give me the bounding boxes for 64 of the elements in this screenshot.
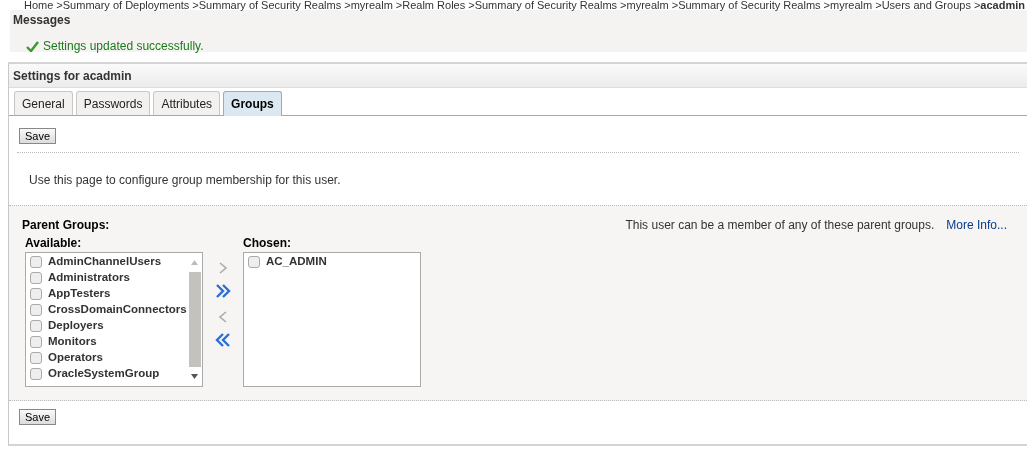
breadcrumb-separator: > xyxy=(823,0,830,10)
group-label[interactable]: Operators xyxy=(48,349,103,367)
save-button[interactable]: Save xyxy=(19,409,57,425)
checkbox[interactable] xyxy=(30,320,42,332)
tab[interactable]: Attributes xyxy=(153,91,221,115)
description-text: Use this page to configure group membership for this user. xyxy=(29,172,341,189)
panel-title: Settings for acadmin xyxy=(13,67,132,85)
breadcrumb-link[interactable]: myrealm xyxy=(350,0,393,10)
breadcrumb-link[interactable]: Summary of Security Realms xyxy=(198,0,342,10)
breadcrumb-link[interactable]: Summary of Deployments xyxy=(62,0,190,10)
move-all-right-icon[interactable] xyxy=(215,284,231,298)
checkbox[interactable] xyxy=(30,368,42,380)
available-list[interactable]: AdminChannelUsers Administrators AppTesters CrossDomainConnectors Deployers Monitors Operators OracleSystemGroup xyxy=(25,252,203,387)
group-label[interactable]: Monitors xyxy=(48,333,97,351)
group-label[interactable]: Deployers xyxy=(48,317,104,335)
group-label[interactable]: AppTesters xyxy=(48,285,111,303)
checkbox[interactable] xyxy=(30,256,42,268)
breadcrumb-link[interactable]: Users and Groups xyxy=(881,0,971,10)
group-label[interactable]: CrossDomainConnectors xyxy=(48,301,187,319)
more-info-link[interactable]: More Info... xyxy=(946,216,1007,234)
group-label[interactable]: AC_ADMIN xyxy=(266,253,327,271)
breadcrumb-separator: > xyxy=(192,0,199,10)
checkbox[interactable] xyxy=(30,336,42,348)
group-label[interactable]: OracleSystemGroup xyxy=(48,365,160,383)
list-label: Available: xyxy=(25,235,83,252)
scroll-up-icon[interactable] xyxy=(191,260,198,265)
move-all-left-icon[interactable] xyxy=(215,333,231,347)
breadcrumb-separator: > xyxy=(344,0,351,10)
breadcrumb-separator: > xyxy=(56,0,63,10)
checkbox[interactable] xyxy=(30,304,42,316)
tab[interactable]: Passwords xyxy=(75,91,151,115)
message-text: Settings updated successfully. xyxy=(43,38,204,55)
save-button[interactable]: Save xyxy=(19,128,57,144)
breadcrumb-separator: > xyxy=(671,0,679,10)
scroll-down-icon[interactable] xyxy=(191,374,198,379)
hint-text: This user can be a member of any of these parent groups. xyxy=(625,217,935,234)
group-label[interactable]: Administrators xyxy=(48,269,130,287)
chosen-list[interactable]: AC_ADMIN xyxy=(243,252,421,387)
breadcrumb-separator: > xyxy=(395,0,403,10)
breadcrumb-link[interactable]: myrealm xyxy=(830,0,873,10)
checkbox[interactable] xyxy=(30,352,42,364)
move-left-icon[interactable] xyxy=(217,311,229,323)
breadcrumb-separator: > xyxy=(973,0,981,10)
breadcrumb-separator: > xyxy=(875,0,882,10)
breadcrumb-current: acadmin xyxy=(980,0,1025,10)
breadcrumb-link[interactable]: Summary of Security Realms xyxy=(678,0,821,10)
breadcrumb-link[interactable]: Home xyxy=(24,0,54,10)
tab[interactable]: General xyxy=(14,91,73,115)
move-right-icon[interactable] xyxy=(217,262,229,274)
scroll-thumb[interactable] xyxy=(188,272,201,367)
breadcrumb-separator: > xyxy=(620,0,627,10)
section-label: Parent Groups: xyxy=(22,217,110,234)
checkbox[interactable] xyxy=(30,288,42,300)
checkbox[interactable] xyxy=(30,272,42,284)
breadcrumb-link[interactable]: myrealm xyxy=(626,0,669,10)
list-label: Chosen: xyxy=(243,235,292,252)
breadcrumb-separator: > xyxy=(468,0,475,10)
checkmark-icon xyxy=(26,40,39,52)
breadcrumb-link[interactable]: Realm Roles xyxy=(402,0,466,10)
tab[interactable]: Groups xyxy=(223,91,282,116)
checkbox[interactable] xyxy=(248,256,260,268)
group-label[interactable]: AdminChannelUsers xyxy=(48,253,162,271)
breadcrumb-link[interactable]: Summary of Security Realms xyxy=(474,0,618,10)
panel-title: Messages xyxy=(13,12,71,29)
